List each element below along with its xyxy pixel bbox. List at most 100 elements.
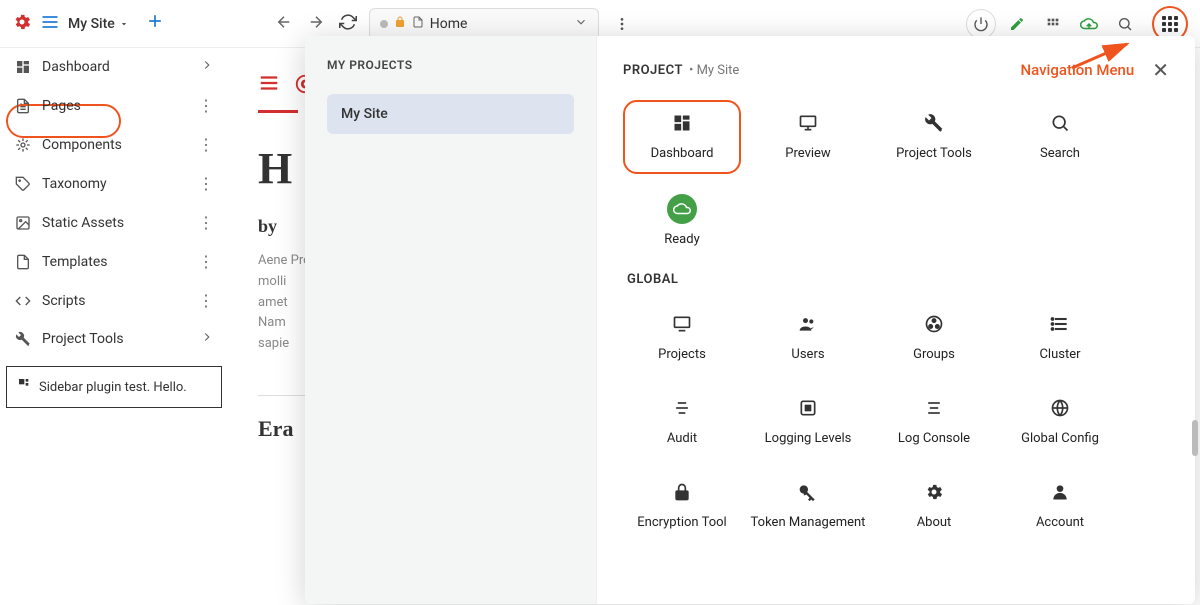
more-vert-icon[interactable]: ⋮ (198, 135, 214, 154)
dashboard-icon (672, 113, 692, 138)
add-button[interactable] (145, 11, 165, 37)
sidebar-item-label: Project Tools (42, 331, 124, 347)
tile-search[interactable]: Search (1001, 100, 1119, 174)
logo-gear-icon (12, 12, 32, 36)
tile-label: About (917, 515, 952, 531)
chevron-right-icon (200, 330, 214, 348)
waffle-icon (1162, 16, 1178, 32)
cloud-ready-icon (667, 194, 697, 224)
projects-icon (672, 314, 692, 339)
audit-icon (672, 398, 692, 423)
tile-label: Account (1036, 515, 1084, 531)
status-dot-icon (380, 20, 388, 28)
image-icon (14, 214, 32, 232)
levels-icon (798, 398, 818, 423)
tile-label: Logging Levels (765, 431, 852, 447)
tile-cluster[interactable]: Cluster (1001, 301, 1119, 375)
more-vert-icon[interactable]: ⋮ (198, 252, 214, 271)
wrench-icon (14, 330, 32, 348)
tile-token-management[interactable]: Token Management (749, 469, 867, 543)
close-icon[interactable]: ✕ (1152, 58, 1169, 82)
refresh-button[interactable] (335, 9, 361, 39)
tile-users[interactable]: Users (749, 301, 867, 375)
scrollbar[interactable] (1192, 420, 1198, 456)
chevron-right-icon (200, 58, 214, 76)
page-icon (14, 97, 32, 115)
menu-column: PROJECT • My Site Navigation Menu ✕ Dash… (597, 36, 1195, 604)
sidebar-item-label: Static Assets (42, 215, 124, 231)
search-icon (1050, 113, 1070, 138)
page-icon (412, 16, 424, 31)
global-heading: GLOBAL (627, 272, 1169, 287)
sidebar: Dashboard Pages ⋮ Components ⋮ Taxonomy … (0, 48, 228, 605)
tile-project-tools[interactable]: Project Tools (875, 100, 993, 174)
sidebar-item-scripts[interactable]: Scripts ⋮ (0, 281, 228, 320)
tile-encryption-tool[interactable]: Encryption Tool (623, 469, 741, 543)
component-icon (14, 136, 32, 154)
tile-label: Encryption Tool (637, 515, 726, 531)
sidebar-item-taxonomy[interactable]: Taxonomy ⋮ (0, 164, 228, 203)
account-icon (1050, 482, 1070, 507)
search-top-icon[interactable] (1110, 9, 1140, 39)
lock-icon (394, 16, 406, 31)
project-heading: PROJECT (623, 63, 683, 78)
tile-groups[interactable]: Groups (875, 301, 993, 375)
project-item[interactable]: My Site (327, 94, 574, 134)
publish-icon[interactable] (1074, 9, 1104, 39)
back-button[interactable] (271, 9, 297, 39)
sidebar-item-components[interactable]: Components ⋮ (0, 125, 228, 164)
dashboard-icon (14, 58, 32, 76)
globe-icon (1050, 398, 1070, 423)
tile-label: Groups (913, 347, 955, 363)
address-bar[interactable]: Home (369, 8, 599, 40)
sidebar-item-label: Scripts (42, 293, 85, 309)
sidebar-item-label: Dashboard (42, 59, 110, 75)
tile-ready-status[interactable]: Ready (623, 184, 741, 258)
navigation-menu-label: Navigation Menu (1021, 61, 1135, 79)
sidebar-item-templates[interactable]: Templates ⋮ (0, 242, 228, 281)
content-menu-icon[interactable] (258, 72, 280, 100)
tile-audit[interactable]: Audit (623, 385, 741, 459)
project-item-label: My Site (341, 106, 388, 122)
more-vert-icon[interactable] (607, 9, 637, 39)
tile-label: Cluster (1039, 347, 1080, 363)
menu-icon[interactable] (40, 12, 60, 36)
more-vert-icon[interactable]: ⋮ (198, 96, 214, 115)
plugin-icon (17, 377, 33, 397)
tile-label: Users (791, 347, 824, 363)
tile-about[interactable]: About (875, 469, 993, 543)
more-vert-icon[interactable]: ⋮ (198, 291, 214, 310)
sidebar-item-project-tools[interactable]: Project Tools (0, 320, 228, 358)
plugin-test-box: Sidebar plugin test. Hello. (6, 366, 222, 408)
preview-icon (798, 113, 818, 138)
tile-dashboard[interactable]: Dashboard (623, 100, 741, 174)
console-icon (924, 398, 944, 423)
tile-preview[interactable]: Preview (749, 100, 867, 174)
sidebar-item-label: Templates (42, 254, 108, 270)
site-name-label: My Site (68, 16, 115, 32)
forward-button[interactable] (303, 9, 329, 39)
tile-projects[interactable]: Projects (623, 301, 741, 375)
edit-icon[interactable] (1002, 9, 1032, 39)
tile-global-config[interactable]: Global Config (1001, 385, 1119, 459)
chevron-down-icon[interactable] (574, 15, 588, 33)
tile-label: Audit (667, 431, 697, 447)
code-icon (14, 292, 32, 310)
tile-label: Token Management (751, 515, 866, 531)
tile-log-console[interactable]: Log Console (875, 385, 993, 459)
address-title: Home (430, 16, 468, 32)
more-vert-icon[interactable]: ⋮ (198, 174, 214, 193)
sidebar-item-pages[interactable]: Pages ⋮ (0, 86, 228, 125)
cluster-icon (1050, 314, 1070, 339)
tile-label: Preview (785, 146, 830, 162)
caret-down-icon (119, 19, 129, 29)
apps-icon[interactable] (1038, 9, 1068, 39)
sidebar-item-static-assets[interactable]: Static Assets ⋮ (0, 203, 228, 242)
lock-icon (672, 482, 692, 507)
sidebar-item-dashboard[interactable]: Dashboard (0, 48, 228, 86)
power-icon[interactable] (966, 9, 996, 39)
more-vert-icon[interactable]: ⋮ (198, 213, 214, 232)
tile-logging-levels[interactable]: Logging Levels (749, 385, 867, 459)
site-selector[interactable]: My Site (68, 16, 129, 32)
tile-account[interactable]: Account (1001, 469, 1119, 543)
